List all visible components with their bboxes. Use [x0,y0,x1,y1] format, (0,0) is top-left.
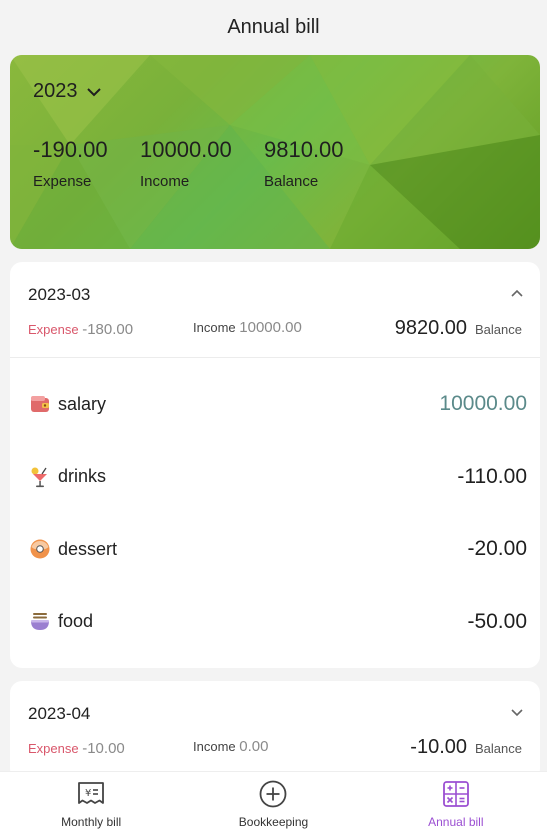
month-card-2023-03: 2023-03 Expense -180.00 Income 10000.00 … [10,262,540,668]
page-header: Annual bill [0,0,547,55]
donut-icon [30,539,50,559]
chevron-down-icon[interactable] [510,705,524,719]
summary-income-label: Income [140,173,190,190]
month-balance-value: 9820.00 [394,317,468,339]
month-summary-row: Expense -180.00 Income 10000.00 9820.00 … [28,317,522,341]
tab-label: Annual bill [428,815,484,829]
transaction-amount: -20.00 [467,537,527,561]
tab-annual-bill[interactable]: Annual bill [365,772,547,833]
month-title: 2023-03 [28,285,91,304]
transaction-name: food [58,611,94,632]
summary-expense: -190.00 Expense [33,137,108,190]
tab-monthly-bill[interactable]: ¥ Monthly bill [0,772,182,833]
summary-income-value: 10000.00 [140,137,232,162]
transaction-row[interactable]: drinks -110.00 [10,441,540,514]
transaction-amount: -110.00 [457,464,527,488]
transaction-amount: -50.00 [467,609,527,633]
summary-expense-label: Expense [33,173,92,190]
month-income-value: 0.00 [239,738,269,755]
noodles-icon [31,612,49,630]
transaction-list: salary 10000.00 drinks -110.00 dessert -… [10,358,540,658]
month-income: Income 10000.00 [193,319,302,336]
bottom-tab-bar: ¥ Monthly bill Bookkeeping Annual bill [0,771,547,833]
transaction-name: dessert [58,538,118,559]
annual-bill-page: Annual bill 2023 -190.00 Expense 10000.0… [0,0,547,833]
receipt-icon: ¥ [78,782,105,804]
transaction-name: drinks [58,466,107,487]
transaction-amount: 10000.00 [439,392,527,416]
month-expense-value: -180.00 [82,321,134,338]
summary-income: 10000.00 Income [140,137,232,190]
transaction-row[interactable]: food -50.00 [10,586,540,659]
month-income-value: 10000.00 [239,319,302,336]
month-summary-row: Expense -10.00 Income 0.00 -10.00 Balanc… [28,736,522,760]
annual-summary-card: 2023 -190.00 Expense 10000.00 Income 981… [10,55,540,249]
month-balance: -10.00 Balance [410,736,522,759]
month-income-label: Income [193,320,236,335]
chevron-down-icon [86,87,101,96]
month-header[interactable]: 2023-04 Expense -10.00 Income 0.00 -10.0… [10,681,540,777]
summary-balance-label: Balance [264,173,319,190]
transaction-name: salary [58,393,107,414]
plus-circle-icon [260,780,287,808]
month-expense: Expense -10.00 [28,740,125,757]
page-title: Annual bill [227,16,320,38]
summary-balance-value: 9810.00 [264,137,344,162]
svg-text:¥: ¥ [85,788,91,799]
month-income: Income 0.00 [193,738,268,755]
tab-label: Monthly bill [61,815,122,829]
month-income-label: Income [193,739,236,754]
tab-bookkeeping[interactable]: Bookkeeping [182,772,364,833]
month-balance-label: Balance [475,322,522,337]
year-value: 2023 [33,80,78,102]
month-expense: Expense -180.00 [28,321,133,338]
chevron-up-icon[interactable] [510,286,524,300]
month-expense-label: Expense [28,322,79,337]
month-card-2023-04: 2023-04 Expense -10.00 Income 0.00 -10.0… [10,681,540,781]
month-header[interactable]: 2023-03 Expense -180.00 Income 10000.00 … [10,262,540,358]
transaction-row[interactable]: dessert -20.00 [10,513,540,586]
month-balance-label: Balance [475,741,522,756]
summary-balance: 9810.00 Balance [264,137,344,190]
year-selector[interactable]: 2023 [33,80,102,103]
month-balance-value: -10.00 [410,736,468,758]
month-expense-label: Expense [28,741,79,756]
calculator-icon [442,781,469,807]
month-expense-value: -10.00 [82,740,125,757]
summary-expense-value: -190.00 [33,137,108,162]
transaction-row[interactable]: salary 10000.00 [10,368,540,441]
wallet-icon [31,396,49,413]
tab-label: Bookkeeping [238,815,309,829]
month-title: 2023-04 [28,704,91,723]
cocktail-icon [31,467,47,487]
month-balance: 9820.00 Balance [395,317,522,340]
